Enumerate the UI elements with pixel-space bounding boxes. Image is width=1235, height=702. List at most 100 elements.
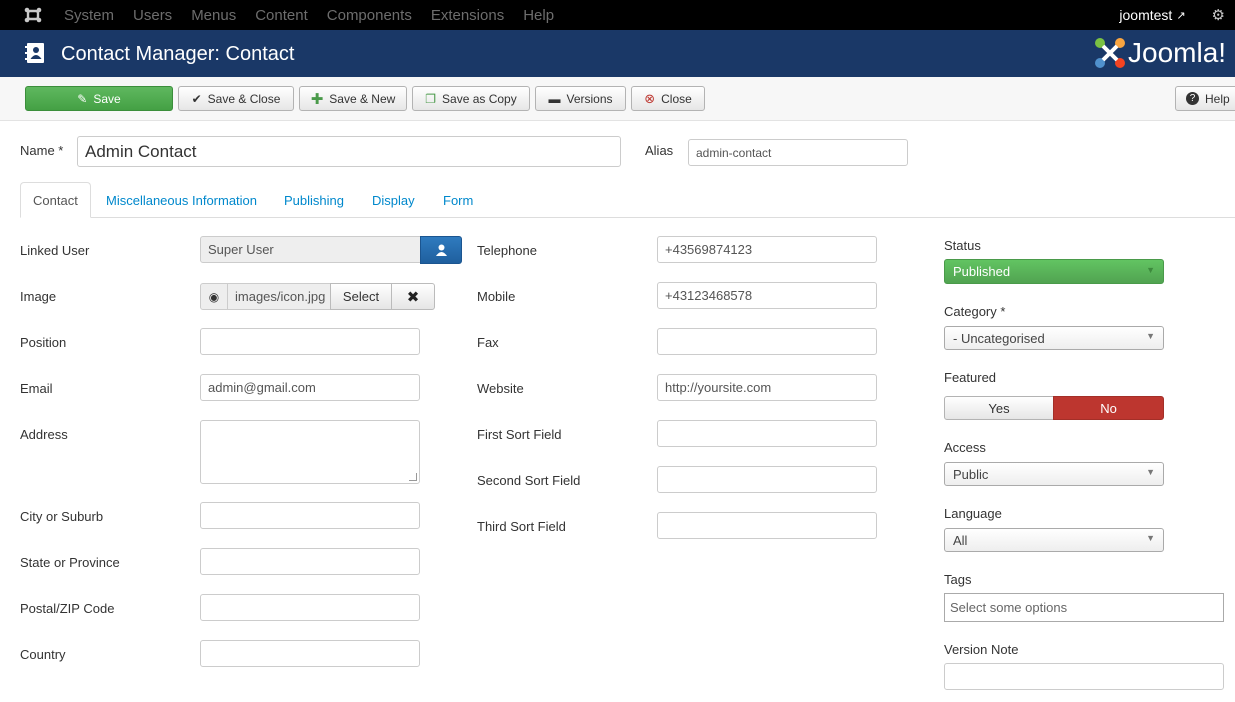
version-note-input[interactable] [944,663,1224,690]
chevron-down-icon: ▼ [1146,331,1155,341]
menu-item-system[interactable]: System [64,7,114,24]
featured-label: Featured [944,370,997,385]
language-label: Language [944,506,1002,521]
address-label: Address [20,427,68,442]
external-link-icon: ↗ [1176,9,1186,22]
site-link[interactable]: joomtest [1119,7,1172,23]
menu-item-help[interactable]: Help [523,7,554,24]
website-label: Website [477,381,524,396]
tab-display[interactable]: Display [360,182,427,218]
tags-input[interactable]: Select some options [944,593,1224,622]
tab-misc-info[interactable]: Miscellaneous Information [94,182,269,218]
country-input[interactable] [200,640,420,667]
versions-button[interactable]: ▬ Versions [535,86,626,111]
access-label: Access [944,440,986,455]
tab-contact[interactable]: Contact [20,182,91,218]
city-input[interactable] [200,502,420,529]
help-button[interactable]: ? Help [1175,86,1235,111]
alias-label: Alias [645,143,674,158]
fax-label: Fax [477,335,499,350]
first-sort-label: First Sort Field [477,427,562,442]
eye-icon: ◉ [208,289,220,304]
featured-no-button[interactable]: No [1053,396,1164,420]
menu-item-menus[interactable]: Menus [191,7,236,24]
fax-input[interactable] [657,328,877,355]
mobile-label: Mobile [477,289,516,304]
state-input[interactable] [200,548,420,575]
category-label: Category * [944,304,1006,319]
postal-input[interactable] [200,594,420,621]
menu-item-content[interactable]: Content [255,7,308,24]
country-label: Country [20,647,66,662]
toolbar: ✎ Save ✔ Save & Close ✚ Save & New ❐ Sav… [0,77,1235,121]
menu-item-extensions[interactable]: Extensions [431,7,504,24]
category-select[interactable]: - Uncategorised ▼ [944,326,1164,350]
second-sort-label: Second Sort Field [477,473,581,488]
website-input[interactable]: http://yoursite.com [657,374,877,401]
image-path-field: images/icon.jpg [227,283,331,310]
save-copy-button[interactable]: ❐ Save as Copy [412,86,530,111]
featured-yes-button[interactable]: Yes [944,396,1054,420]
state-label: State or Province [20,555,120,570]
save-button[interactable]: ✎ Save [25,86,173,111]
chevron-down-icon: ▼ [1146,265,1155,275]
first-sort-input[interactable] [657,420,877,447]
tab-form[interactable]: Form [431,182,485,218]
select-user-button[interactable] [420,236,462,264]
image-label: Image [20,289,57,304]
image-select-button[interactable]: Select [330,283,392,310]
close-button[interactable]: ⊗ Close [631,86,705,111]
telephone-label: Telephone [477,243,537,258]
email-input[interactable]: admin@gmail.com [200,374,420,401]
joomla-icon[interactable] [24,7,42,23]
question-icon: ? [1186,92,1199,105]
chevron-down-icon: ▼ [1146,533,1155,543]
user-icon [435,244,447,256]
mobile-input[interactable]: +43123468578 [657,282,877,309]
image-preview-button[interactable]: ◉ [200,283,228,310]
joomla-brand: Joomla! [1094,33,1226,73]
third-sort-label: Third Sort Field [477,519,566,534]
archive-icon: ▬ [548,91,561,106]
gear-icon[interactable]: ⚙ [1212,6,1225,24]
page-header: Contact Manager: Contact Joomla! [0,30,1235,77]
tab-publishing[interactable]: Publishing [272,182,356,218]
status-select[interactable]: Published ▼ [944,259,1164,284]
navbar-right: joomtest ↗ ⚙ [1119,0,1235,30]
close-icon: ✖ [406,288,420,306]
name-label: Name * [20,143,64,158]
access-select[interactable]: Public ▼ [944,462,1164,486]
name-input[interactable]: Admin Contact [77,136,621,167]
joomla-logo-icon [1095,38,1125,68]
joomla-wordmark: Joomla! [1128,37,1227,68]
resize-handle[interactable] [409,473,417,481]
address-textarea[interactable] [200,420,420,484]
position-input[interactable] [200,328,420,355]
image-clear-button[interactable]: ✖ [391,283,435,310]
plus-icon: ✚ [310,90,324,108]
tags-label: Tags [944,572,972,587]
menu-item-components[interactable]: Components [327,7,412,24]
save-close-button[interactable]: ✔ Save & Close [178,86,294,111]
menu-item-users[interactable]: Users [133,7,172,24]
postal-label: Postal/ZIP Code [20,601,115,616]
main-menu: System Users Menus Content Components Ex… [64,0,573,30]
status-label: Status [944,238,981,253]
save-new-button[interactable]: ✚ Save & New [299,86,407,111]
linked-user-field: Super User [200,236,421,263]
page-title: Contact Manager: Contact [61,43,295,65]
edit-icon: ✎ [77,91,88,106]
telephone-input[interactable]: +43569874123 [657,236,877,263]
top-navbar: System Users Menus Content Components Ex… [0,0,1235,30]
chevron-down-icon: ▼ [1146,467,1155,477]
copy-icon: ❐ [425,91,437,106]
cancel-icon: ⊗ [644,90,656,106]
alias-input[interactable]: admin-contact [688,139,908,166]
language-select[interactable]: All ▼ [944,528,1164,552]
linked-user-label: Linked User [20,243,90,258]
third-sort-input[interactable] [657,512,877,539]
position-label: Position [20,335,67,350]
second-sort-input[interactable] [657,466,877,493]
check-icon: ✔ [191,91,202,106]
city-label: City or Suburb [20,509,104,524]
